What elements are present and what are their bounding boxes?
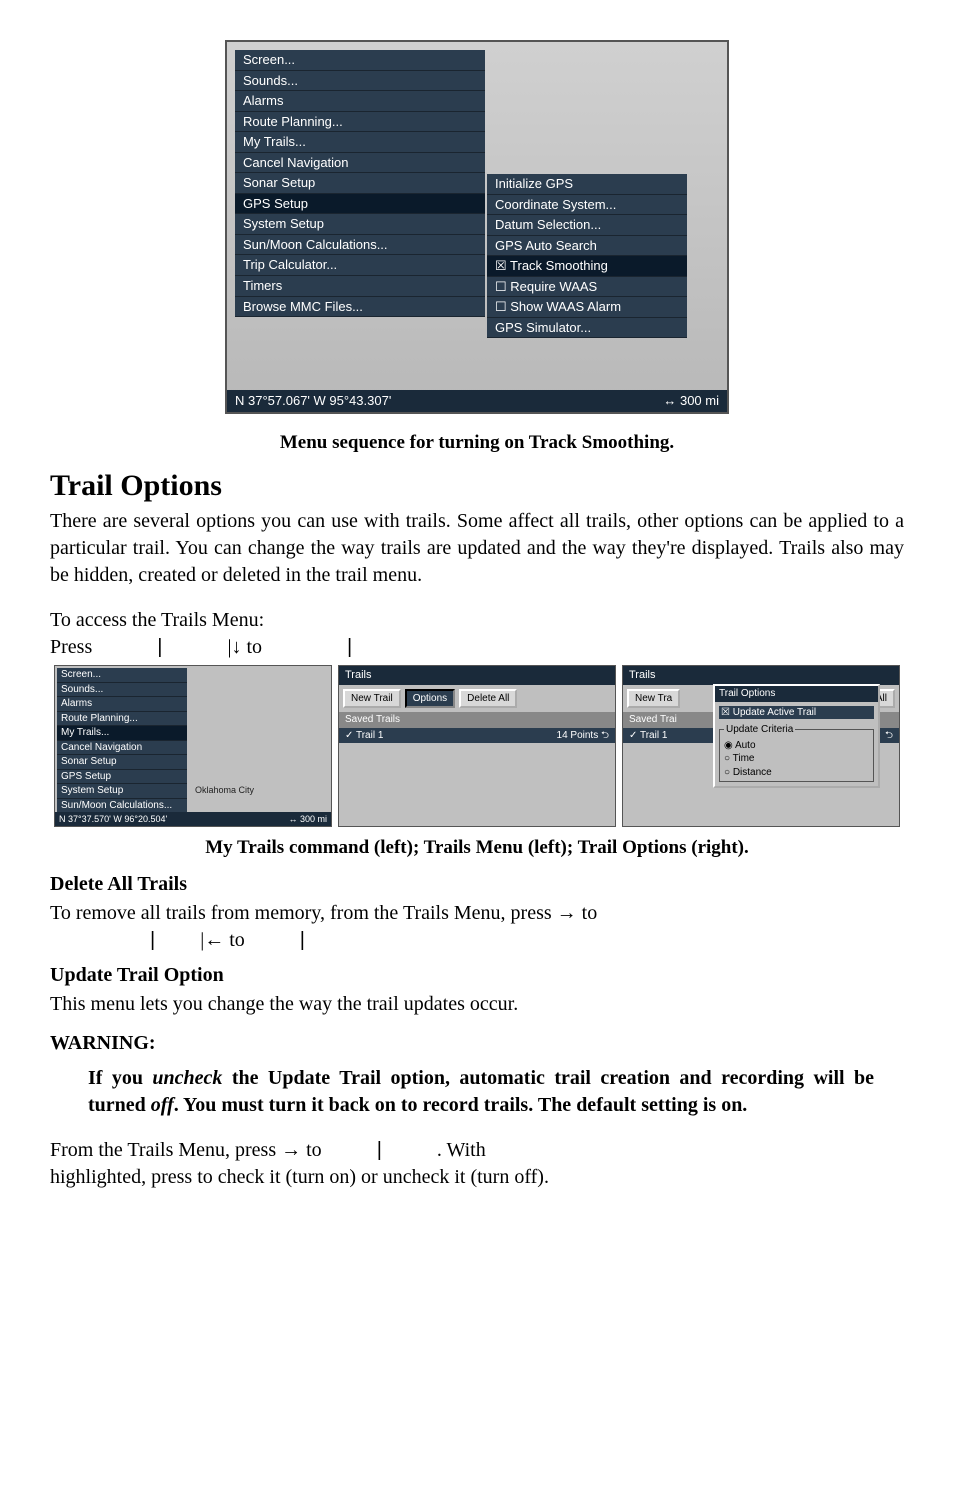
menu-item: Sonar Setup [235,173,485,194]
key-p2: |← to [200,929,245,951]
trail-options-popup: Trail Options ☒ Update Active Trail Upda… [713,684,880,788]
thumb-b-trail-row: ✓ Trail 1 14 Points ⮌ [339,728,615,744]
submenu-item: Initialize GPS [487,174,687,195]
thumb-mytrails: Screen...Sounds...AlarmsRoute Planning..… [54,665,332,827]
submenu-item: ☒ Track Smoothing [487,256,687,277]
trail-options-heading: Trail Options [50,466,904,507]
thumb-a-menu-item: GPS Setup [57,770,187,785]
access-line: To access the Trails Menu: [50,607,904,634]
submenu-item: Datum Selection... [487,215,687,236]
thumb-a-menu: Screen...Sounds...AlarmsRoute Planning..… [57,668,187,827]
thumb-c-title: Trails [623,666,899,685]
key-pipe-2: | [347,636,352,658]
radio-auto: ◉ Auto [724,739,869,753]
key-p3: | [300,929,305,951]
warning-uncheck-italic: uncheck [152,1067,222,1089]
figure-row-3: Screen...Sounds...AlarmsRoute Planning..… [50,665,904,827]
thumb-b-btn: New Trail [343,689,401,709]
press-label: Press [50,636,97,658]
update-criteria-legend: Update Criteria [724,723,795,737]
thumb-b-btn: Options [405,689,455,709]
update-criteria-group: Update Criteria ◉ Auto ○ Time ○ Distance [719,723,874,782]
submenu-item: Coordinate System... [487,195,687,216]
thumb-a-menu-item: Screen... [57,668,187,683]
thumb-a-menu-item: Alarms [57,697,187,712]
thumb-b-title: Trails [339,666,615,685]
thumb-a-menu-item: Sounds... [57,683,187,698]
figure-1-wrap: Screen...Sounds...AlarmsRoute Planning..… [50,40,904,422]
submenu-item: GPS Simulator... [487,318,687,339]
submenu-item: GPS Auto Search [487,236,687,257]
figure-1-caption: Menu sequence for turning on Track Smoot… [50,430,904,456]
update-paragraph: This menu lets you change the way the tr… [50,991,904,1018]
radio-distance: ○ Distance [724,766,869,780]
menu-item: Alarms [235,91,485,112]
from-line-1: From the Trails Menu, press → to | . Wit… [50,1137,904,1164]
figure-1-screenshot: Screen...Sounds...AlarmsRoute Planning..… [225,40,729,414]
thumb-a-menu-item: Sun/Moon Calculations... [57,799,187,814]
thumb-a-menu-item: Route Planning... [57,712,187,727]
warning-heading: WARNING: [50,1030,904,1057]
thumb-b-buttons: New TrailOptionsDelete All [339,685,615,713]
menu-item: GPS Setup [235,194,485,215]
delete-all-trails-heading: Delete All Trails [50,871,904,898]
press-line: Press | |↓ to | [50,634,904,661]
update-trail-option-heading: Update Trail Option [50,962,904,989]
delete-paragraph-l2: | |← to | [50,927,904,954]
thumb-trails-menu: Trails New TrailOptionsDelete All Saved … [338,665,616,827]
from-line-2: highlighted, press to check it (turn on)… [50,1164,904,1191]
menu-item: My Trails... [235,132,485,153]
submenu-item: ☐ Show WAAS Alarm [487,297,687,318]
trail-options-paragraph: There are several options you can use wi… [50,508,904,589]
thumb-trail-options: Trails New Tra te All Saved Trai ✓ Trail… [622,665,900,827]
menu-item: Sounds... [235,71,485,92]
thumb-b-row-left: ✓ Trail 1 [345,729,383,743]
popup-title: Trail Options [715,686,878,702]
status-bar: N 37°57.067' W 95°43.307' ↔ 300 mi [227,390,727,412]
thumb-a-menu-item: System Setup [57,784,187,799]
gps-submenu: Initialize GPSCoordinate System...Datum … [487,174,687,338]
thumb-a-status-left: N 37°37.570' W 96°20.504' [59,813,167,825]
key-p1: | [150,929,155,951]
thumb-c-row-right: ⮌ [885,729,893,743]
thumb-a-status-right: ↔ 300 mi [288,813,327,825]
menu-item: Cancel Navigation [235,153,485,174]
status-right: ↔ 300 mi [663,392,719,410]
menu-item: Sun/Moon Calculations... [235,235,485,256]
update-active-trail-checkbox: ☒ Update Active Trail [719,706,874,720]
delete-paragraph-l1: To remove all trails from memory, from t… [50,900,904,927]
main-menu: Screen...Sounds...AlarmsRoute Planning..… [235,50,485,317]
thumb-b-subtitle: Saved Trails [339,712,615,728]
submenu-item: ☐ Require WAAS [487,277,687,298]
figure-2-caption: My Trails command (left); Trails Menu (l… [50,835,904,861]
warning-block: If you uncheck the Update Trail option, … [88,1065,904,1119]
press-to: |↓ to [227,636,267,658]
status-left: N 37°57.067' W 95°43.307' [235,392,391,410]
thumb-b-row-right: 14 Points ⮌ [557,729,609,743]
city-label: Oklahoma City [195,784,254,796]
thumb-a-menu-item: Sonar Setup [57,755,187,770]
menu-item: Timers [235,276,485,297]
menu-item: Browse MMC Files... [235,297,485,318]
radio-time: ○ Time [724,752,869,766]
menu-item: Trip Calculator... [235,255,485,276]
thumb-c-row-left: ✓ Trail 1 [629,729,667,743]
key-pipe: | [157,636,162,658]
thumb-c-newtrail: New Tra [627,689,680,709]
thumb-a-menu-item: My Trails... [57,726,187,741]
thumb-a-menu-item: Cancel Navigation [57,741,187,756]
thumb-b-btn: Delete All [459,689,517,709]
thumb-a-status: N 37°37.570' W 96°20.504' ↔ 300 mi [55,812,331,826]
menu-item: System Setup [235,214,485,235]
warning-off-italic: off [151,1094,174,1116]
menu-item: Screen... [235,50,485,71]
from-pipe: | [377,1139,382,1161]
menu-item: Route Planning... [235,112,485,133]
